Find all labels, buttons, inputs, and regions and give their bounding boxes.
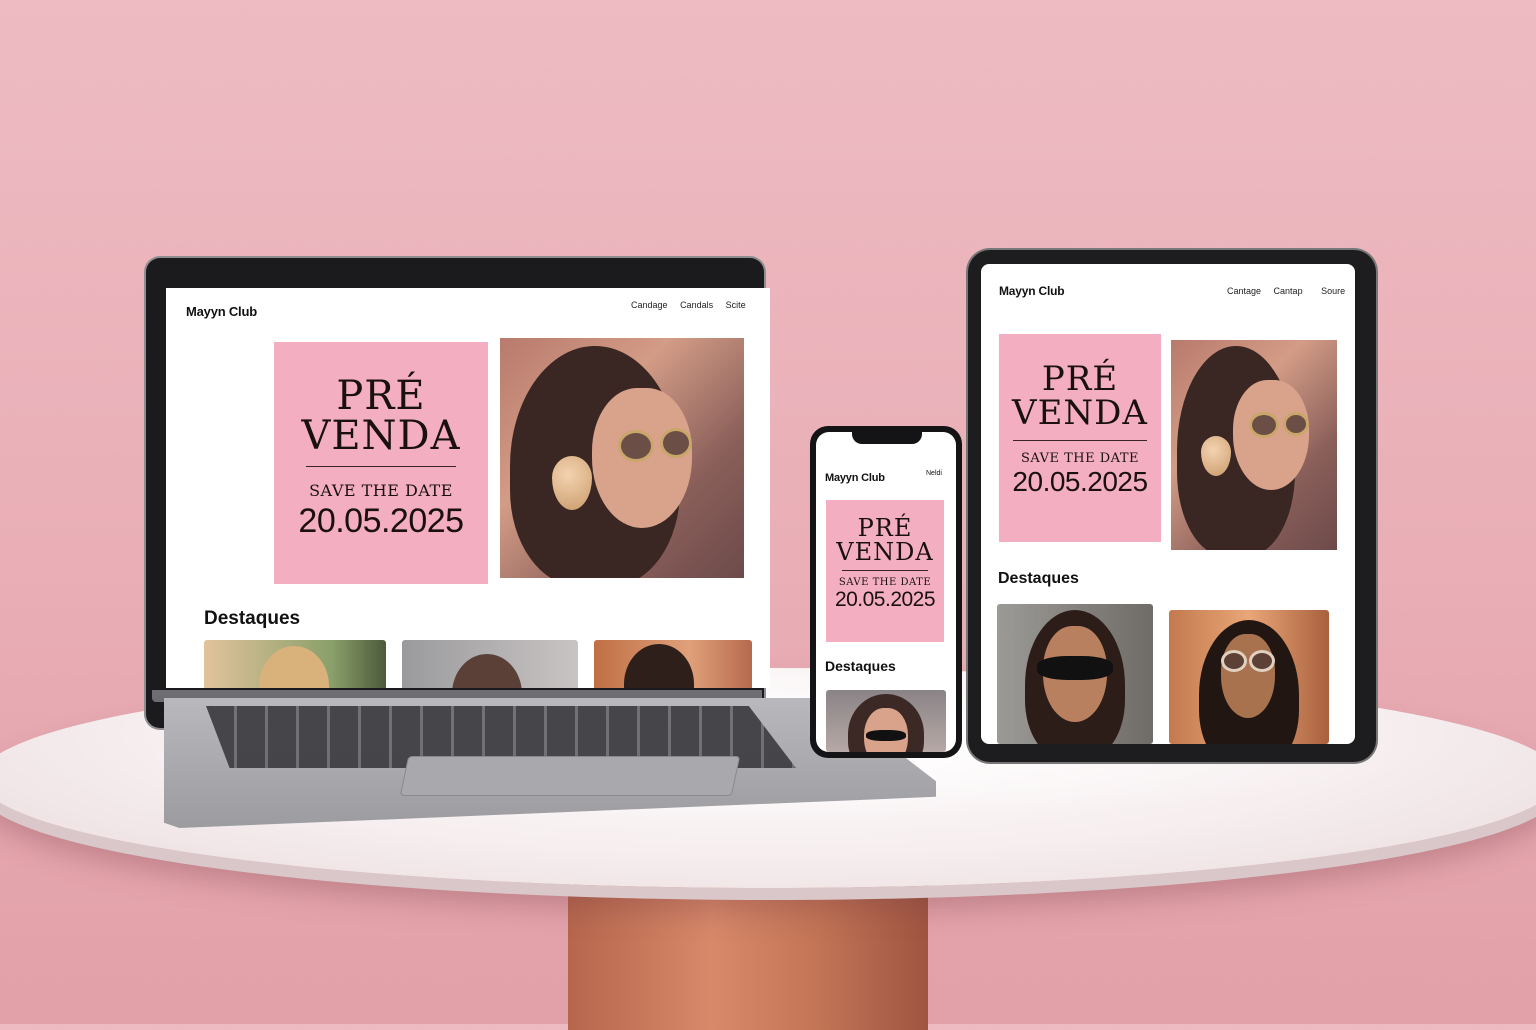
product-thumb-3[interactable]: [594, 640, 752, 688]
promo-title-line2: VENDA: [301, 413, 461, 459]
sunglasses-icon: [1283, 412, 1309, 436]
product-thumb-2[interactable]: [402, 640, 578, 688]
sunglasses-icon: [1249, 412, 1279, 438]
top-nav: Candage Candals Scite: [621, 300, 746, 310]
laptop: Mayyn Club Candage Candals Scite PRÉ VEN…: [146, 258, 770, 728]
sunglasses-icon: [660, 428, 692, 458]
promo-date: 20.05.2025: [298, 502, 464, 540]
tablet-screen: Mayyn Club Cantage Cantap Soure PRÉ VEND…: [981, 264, 1355, 744]
nav-link-3[interactable]: Scite: [726, 300, 746, 310]
section-title: Destaques: [998, 570, 1079, 587]
hero-photo: [1171, 340, 1337, 550]
product-thumb-2[interactable]: [1169, 610, 1329, 744]
thumb-hair: [259, 646, 329, 688]
pre-sale-banner[interactable]: PRÉ VENDA SAVE THE DATE 20.05.2025: [274, 342, 488, 584]
product-thumb-1[interactable]: [204, 640, 386, 688]
sunglasses-icon: [866, 730, 906, 741]
nav-link-1[interactable]: Neldi: [926, 470, 942, 477]
site-logo[interactable]: Mayyn Club: [999, 284, 1065, 298]
promo-date: 20.05.2025: [1012, 466, 1148, 497]
tablet: Mayyn Club Cantage Cantap Soure PRÉ VEND…: [968, 250, 1376, 762]
site-logo[interactable]: Mayyn Club: [186, 304, 257, 319]
nav-link-1[interactable]: Candage: [631, 300, 668, 310]
pre-sale-banner[interactable]: PRÉ VENDA SAVE THE DATE 20.05.2025: [999, 334, 1161, 542]
phone-notch: [852, 432, 922, 444]
phone-screen: Mayyn Club Neldi PRÉ VENDA SAVE THE DATE…: [816, 432, 956, 752]
laptop-trackpad[interactable]: [399, 756, 741, 796]
section-title: Destaques: [204, 608, 301, 629]
nav-link-1[interactable]: Cantage: [1227, 286, 1261, 296]
product-thumb-1[interactable]: [826, 690, 946, 752]
promo-title-line2: VENDA: [836, 538, 934, 566]
thumb-hair: [624, 644, 694, 688]
promo-subtitle: SAVE THE DATE: [309, 481, 453, 500]
promo-title-line1: PRÉ: [336, 373, 426, 419]
promo-date: 20.05.2025: [834, 588, 936, 611]
promo-divider: [1013, 440, 1147, 441]
thumb-face: [1221, 634, 1275, 718]
site-logo[interactable]: Mayyn Club: [825, 472, 885, 484]
promo-title-line1: PRÉ: [857, 514, 913, 542]
laptop-screen: Mayyn Club Candage Candals Scite PRÉ VEN…: [166, 288, 770, 688]
sunglasses-icon: [1249, 650, 1275, 672]
promo-subtitle: SAVE THE DATE: [838, 577, 932, 588]
section-title: Destaques: [825, 658, 896, 674]
thumb-hair: [452, 654, 522, 688]
sunglasses-icon: [1221, 650, 1247, 672]
nav-link-3[interactable]: Soure: [1321, 286, 1345, 296]
nav-link-2[interactable]: Cantap: [1274, 286, 1303, 296]
nav-link-2[interactable]: Candals: [680, 300, 713, 310]
promo-title-line2: VENDA: [1012, 393, 1148, 433]
sunglasses-icon: [618, 430, 654, 462]
product-thumb-1[interactable]: [997, 604, 1153, 744]
promo-divider: [842, 570, 928, 571]
pre-sale-banner[interactable]: PRÉ VENDA SAVE THE DATE 20.05.2025: [826, 500, 944, 642]
promo-divider: [306, 466, 456, 467]
hero-photo: [500, 338, 744, 578]
promo-title-line1: PRÉ: [1041, 359, 1119, 399]
promo-subtitle: SAVE THE DATE: [1020, 451, 1140, 466]
sunglasses-icon: [1037, 656, 1113, 680]
top-nav: Cantage Cantap Soure: [1217, 286, 1345, 296]
phone: Mayyn Club Neldi PRÉ VENDA SAVE THE DATE…: [810, 426, 962, 758]
